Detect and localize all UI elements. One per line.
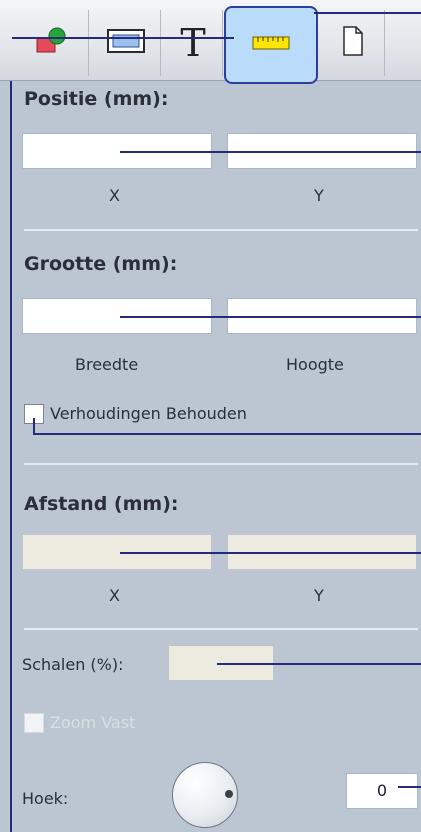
tab-page[interactable]: [322, 10, 385, 76]
angle-leader-line: [398, 786, 421, 788]
angle-input[interactable]: 0: [346, 773, 418, 809]
size-leader-line: [120, 316, 421, 318]
scale-label: Schalen (%):: [22, 655, 124, 674]
tab-more[interactable]: [388, 10, 421, 76]
divider: [24, 463, 418, 465]
position-x-label: X: [109, 186, 120, 205]
angle-value: 0: [376, 781, 388, 800]
toolbar-right-leader: [314, 12, 421, 14]
position-y-label: Y: [314, 186, 324, 205]
position-heading: Positie (mm):: [24, 88, 169, 110]
shapes-icon: [33, 26, 73, 60]
page-icon: [341, 25, 365, 61]
divider: [24, 628, 418, 630]
angle-label: Hoek:: [22, 789, 69, 808]
tab-frame[interactable]: [92, 10, 161, 76]
angle-dial-knob: [225, 790, 233, 798]
frame-icon: [104, 26, 148, 60]
zoom-fixed-label: Zoom Vast: [50, 713, 136, 732]
size-height-label: Hoogte: [286, 355, 344, 374]
size-heading: Grootte (mm):: [24, 253, 178, 275]
text-icon: T: [180, 21, 206, 65]
keep-ratio-leader-line: [33, 433, 421, 435]
distance-leader-line: [120, 552, 421, 554]
distance-y-label: Y: [314, 586, 324, 605]
left-leader-line: [10, 38, 12, 832]
position-leader-line: [120, 151, 421, 153]
keep-ratio-label[interactable]: Verhoudingen Behouden: [50, 404, 247, 423]
keep-ratio-leader-stem: [33, 418, 35, 434]
tab-shapes[interactable]: [18, 10, 89, 76]
toolbar-leader-line: [12, 37, 234, 39]
size-width-label: Breedte: [75, 355, 139, 374]
divider: [24, 229, 418, 231]
tab-text[interactable]: T: [164, 10, 223, 76]
angle-dial[interactable]: [172, 762, 238, 828]
distance-x-label: X: [109, 586, 120, 605]
zoom-fixed-checkbox[interactable]: [24, 713, 44, 733]
distance-heading: Afstand (mm):: [24, 493, 179, 515]
tab-ruler[interactable]: [224, 6, 318, 84]
scale-leader-line: [217, 663, 421, 665]
ruler-icon: [251, 33, 291, 57]
